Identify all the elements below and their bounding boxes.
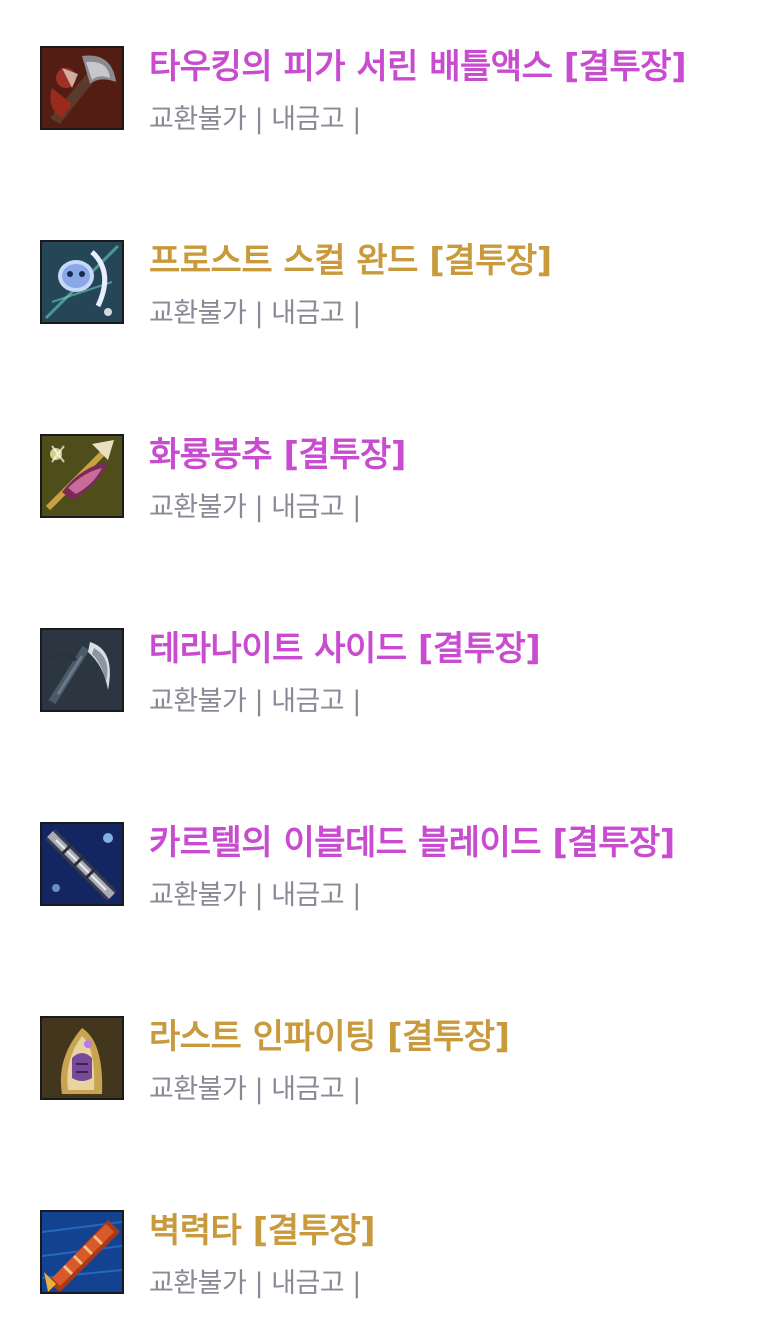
item-name-1[interactable]: 타우킹의 피가 서린 배틀액스 [결투장] <box>149 40 687 94</box>
item-row-5[interactable]: 카르텔의 이블데드 블레이드 [결투장] 교환불가 | 내금고 | <box>0 812 757 922</box>
item-name-6[interactable]: 라스트 인파이팅 [결투장] <box>149 1010 510 1064</box>
scythe-icon <box>40 628 124 712</box>
item-row-2[interactable]: 프로스트 스컬 완드 [결투장] 교환불가 | 내금고 | <box>0 230 757 340</box>
battle-axe-icon <box>40 46 124 130</box>
item-list: 타우킹의 피가 서린 배틀액스 [결투장] 교환불가 | 내금고 | 프로스트 … <box>0 0 757 1333</box>
item-row-6[interactable]: 라스트 인파이팅 [결투장] 교환불가 | 내금고 | <box>0 1006 757 1116</box>
item-meta-3: 교환불가 | 내금고 | <box>149 492 361 523</box>
item-name-2[interactable]: 프로스트 스컬 완드 [결투장] <box>149 234 552 288</box>
item-meta-5: 교환불가 | 내금고 | <box>149 880 361 911</box>
item-row-4[interactable]: 테라나이트 사이드 [결투장] 교환불가 | 내금고 | <box>0 618 757 728</box>
thunder-knuckle-icon <box>40 1210 124 1294</box>
item-row-7[interactable]: 벽력타 [결투장] 교환불가 | 내금고 | <box>0 1200 757 1310</box>
gauntlet-icon <box>40 1016 124 1100</box>
frost-skull-wand-icon <box>40 240 124 324</box>
item-row-1[interactable]: 타우킹의 피가 서린 배틀액스 [결투장] 교환불가 | 내금고 | <box>0 36 757 146</box>
evil-dead-blade-icon <box>40 822 124 906</box>
item-row-3[interactable]: 화룡봉추 [결투장] 교환불가 | 내금고 | <box>0 424 757 534</box>
item-meta-2: 교환불가 | 내금고 | <box>149 298 361 329</box>
item-meta-1: 교환불가 | 내금고 | <box>149 104 361 135</box>
item-name-3[interactable]: 화룡봉추 [결투장] <box>149 428 406 482</box>
item-name-5[interactable]: 카르텔의 이블데드 블레이드 [결투장] <box>149 816 675 870</box>
item-meta-6: 교환불가 | 내금고 | <box>149 1074 361 1105</box>
item-name-7[interactable]: 벽력타 [결투장] <box>149 1204 376 1258</box>
item-name-4[interactable]: 테라나이트 사이드 [결투장] <box>149 622 541 676</box>
item-meta-7: 교환불가 | 내금고 | <box>149 1268 361 1299</box>
item-meta-4: 교환불가 | 내금고 | <box>149 686 361 717</box>
dragon-staff-icon <box>40 434 124 518</box>
